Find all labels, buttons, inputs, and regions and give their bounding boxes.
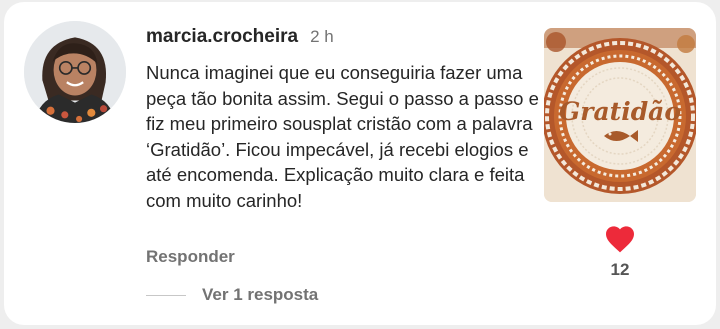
comment-header: marcia.crocheira 2 h xyxy=(146,26,334,48)
image-caption-text: Gratidão xyxy=(559,97,681,126)
replies-divider xyxy=(146,295,186,296)
like-count: 12 xyxy=(610,260,630,279)
timestamp: 2 h xyxy=(310,27,334,46)
like-button[interactable] xyxy=(604,224,636,254)
attached-image[interactable]: Gratidão xyxy=(544,28,696,202)
reply-button[interactable]: Responder xyxy=(146,247,235,267)
username-link[interactable]: marcia.crocheira xyxy=(146,26,298,48)
avatar-photo xyxy=(24,21,126,123)
comment-text: Nunca imaginei que eu conseguiria fazer … xyxy=(146,62,539,211)
comment-card: marcia.crocheira 2 h Nunca imaginei que … xyxy=(4,2,716,325)
view-replies-button[interactable]: Ver 1 resposta xyxy=(202,285,318,305)
avatar[interactable] xyxy=(24,21,126,123)
heart-icon xyxy=(606,226,634,253)
